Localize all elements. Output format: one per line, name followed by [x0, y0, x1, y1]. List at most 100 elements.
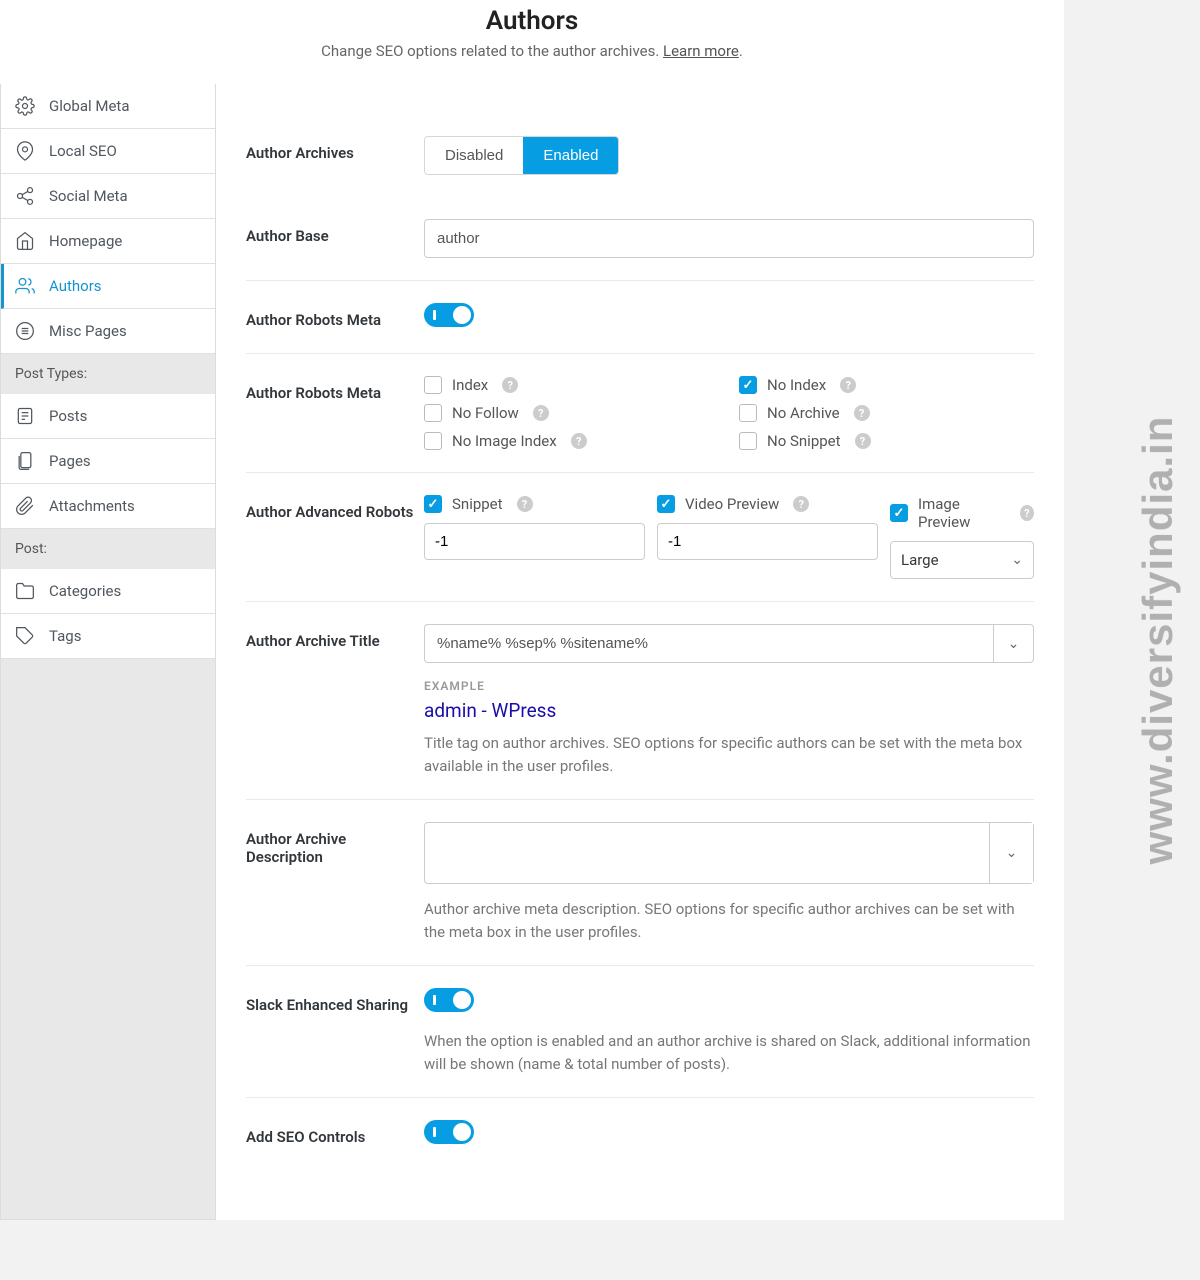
watermark: www.diversifyindia.in [1134, 416, 1182, 865]
sidebar-item-label: Global Meta [49, 97, 130, 115]
page-subtitle: Change SEO options related to the author… [20, 42, 1044, 60]
field-label: Author Archive Title [246, 624, 424, 777]
checkbox-index[interactable]: Index? [424, 376, 719, 394]
archive-description-input[interactable] [425, 823, 989, 883]
users-icon [15, 276, 35, 296]
field-label: Author Robots Meta [246, 376, 424, 450]
checkbox-no-index[interactable]: No Index? [739, 376, 1034, 394]
video-preview-input[interactable] [657, 523, 878, 560]
help-icon[interactable]: ? [533, 405, 549, 421]
row-slack-sharing: Slack Enhanced Sharing When the option i… [246, 976, 1034, 1098]
help-icon[interactable]: ? [855, 433, 871, 449]
sidebar-item-label: Pages [49, 452, 91, 470]
row-archive-title: Author Archive Title ⌄ EXAMPLE admin - W… [246, 612, 1034, 800]
folder-icon [15, 581, 35, 601]
checkbox-no-image-index[interactable]: No Image Index? [424, 432, 719, 450]
help-text: Title tag on author archives. SEO option… [424, 732, 1034, 777]
field-label: Author Robots Meta [246, 303, 424, 331]
checkbox-snippet[interactable]: Snippet? [424, 495, 645, 513]
content-panel: Author Archives Disabled Enabled Author … [216, 84, 1064, 1220]
help-icon[interactable]: ? [840, 377, 856, 393]
help-icon[interactable]: ? [1020, 505, 1034, 521]
home-icon [15, 231, 35, 251]
row-author-archives: Author Archives Disabled Enabled [246, 124, 1034, 197]
learn-more-link[interactable]: Learn more [663, 42, 739, 60]
field-label: Slack Enhanced Sharing [246, 988, 424, 1075]
example-value: admin - WPress [424, 699, 1034, 722]
disabled-button[interactable]: Disabled [425, 137, 523, 174]
sidebar-item-label: Authors [49, 277, 102, 295]
sidebar-item-label: Local SEO [49, 142, 117, 160]
row-robots-meta: Author Robots Meta Index? No Index? No F… [246, 364, 1034, 473]
paperclip-icon [15, 496, 35, 516]
enabled-button[interactable]: Enabled [523, 137, 618, 174]
sidebar-header-post-types: Post Types: [1, 354, 215, 394]
row-robots-toggle: Author Robots Meta [246, 291, 1034, 354]
checkbox-no-follow[interactable]: No Follow? [424, 404, 719, 422]
share-icon [15, 186, 35, 206]
sidebar-item-categories[interactable]: Categories [1, 569, 215, 614]
seo-controls-switch[interactable] [424, 1120, 474, 1144]
sidebar-item-misc-pages[interactable]: Misc Pages [1, 309, 215, 354]
row-seo-controls: Add SEO Controls [246, 1108, 1034, 1170]
sidebar-item-authors[interactable]: Authors [1, 264, 215, 309]
checkbox-no-snippet[interactable]: No Snippet? [739, 432, 1034, 450]
field-label: Author Advanced Robots [246, 495, 424, 579]
sidebar-item-label: Attachments [49, 497, 135, 515]
sidebar-item-label: Homepage [49, 232, 122, 250]
author-base-input[interactable] [424, 219, 1034, 258]
help-icon[interactable]: ? [517, 496, 533, 512]
page-header: Authors Change SEO options related to th… [0, 0, 1064, 84]
author-archives-toggle: Disabled Enabled [424, 136, 619, 175]
sidebar-item-attachments[interactable]: Attachments [1, 484, 215, 529]
sidebar-item-label: Tags [49, 627, 81, 645]
gear-icon [15, 96, 35, 116]
sidebar-item-social-meta[interactable]: Social Meta [1, 174, 215, 219]
sidebar-item-label: Social Meta [49, 187, 128, 205]
sidebar-item-global-meta[interactable]: Global Meta [1, 84, 215, 129]
snippet-value-input[interactable] [424, 523, 645, 560]
expand-button[interactable]: ⌄ [989, 823, 1033, 883]
field-label: Author Archives [246, 136, 424, 175]
chevron-down-icon: ⌄ [1008, 636, 1020, 652]
tag-icon [15, 626, 35, 646]
expand-button[interactable]: ⌄ [993, 624, 1034, 663]
help-text: Author archive meta description. SEO opt… [424, 898, 1034, 943]
sidebar-item-local-seo[interactable]: Local SEO [1, 129, 215, 174]
checkbox-video-preview[interactable]: Video Preview? [657, 495, 878, 513]
sidebar-item-label: Categories [49, 582, 121, 600]
sidebar-item-label: Misc Pages [49, 322, 127, 340]
help-icon[interactable]: ? [502, 377, 518, 393]
robots-meta-switch[interactable] [424, 303, 474, 327]
sidebar-item-posts[interactable]: Posts [1, 394, 215, 439]
row-advanced-robots: Author Advanced Robots Snippet? Video Pr… [246, 483, 1034, 602]
sidebar-item-pages[interactable]: Pages [1, 439, 215, 484]
help-icon[interactable]: ? [571, 433, 587, 449]
help-icon[interactable]: ? [793, 496, 809, 512]
checkbox-no-archive[interactable]: No Archive? [739, 404, 1034, 422]
example-label: EXAMPLE [424, 679, 1034, 693]
sidebar-item-homepage[interactable]: Homepage [1, 219, 215, 264]
field-label: Author Base [246, 219, 424, 258]
archive-title-input[interactable] [424, 624, 993, 663]
slack-switch[interactable] [424, 988, 474, 1012]
row-archive-description: Author Archive Description ⌄ Author arch… [246, 810, 1034, 966]
sidebar-item-label: Posts [49, 407, 87, 425]
row-author-base: Author Base [246, 207, 1034, 281]
chevron-down-icon: ⌄ [1006, 845, 1018, 861]
page-icon [15, 451, 35, 471]
help-icon[interactable]: ? [854, 405, 870, 421]
field-label: Add SEO Controls [246, 1120, 424, 1148]
list-icon [15, 321, 35, 341]
field-label: Author Archive Description [246, 822, 424, 943]
chevron-down-icon: ⌄ [1011, 552, 1023, 568]
sidebar: Global Meta Local SEO Social Meta Homepa… [0, 84, 216, 1220]
sidebar-item-tags[interactable]: Tags [1, 614, 215, 659]
page-title: Authors [20, 6, 1044, 36]
help-text: When the option is enabled and an author… [424, 1030, 1034, 1075]
document-icon [15, 406, 35, 426]
sidebar-header-post: Post: [1, 529, 215, 569]
checkbox-image-preview[interactable]: Image Preview? [890, 495, 1034, 531]
pin-icon [15, 141, 35, 161]
image-preview-select[interactable]: Large⌄ [890, 541, 1034, 579]
